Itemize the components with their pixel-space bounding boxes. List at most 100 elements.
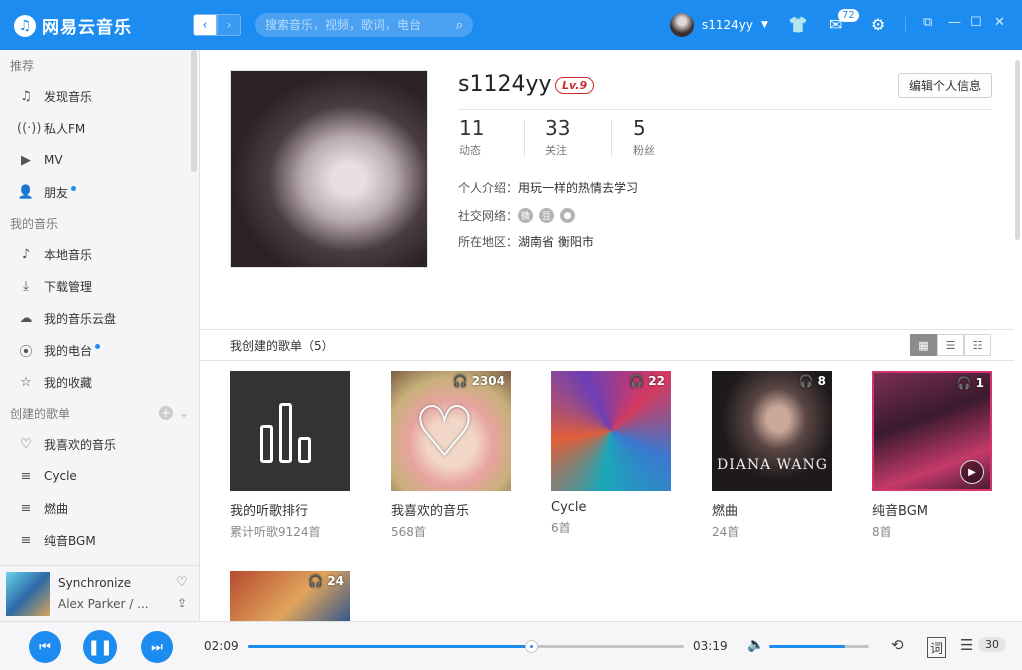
stat-following[interactable]: 33 关注 <box>545 116 570 158</box>
playlist-name[interactable]: 燃曲 <box>712 500 832 519</box>
sidebar-scrollbar[interactable] <box>191 50 197 172</box>
now-playing-title[interactable]: Synchronize <box>58 576 131 590</box>
next-track-icon[interactable]: ⏭ <box>141 631 173 663</box>
playlist-name[interactable]: 我的听歌排行 <box>230 500 350 519</box>
chevron-down-icon[interactable]: ▼ <box>761 20 768 30</box>
sidebar-item-mv[interactable]: ▶ MV <box>0 144 199 176</box>
stat-followers[interactable]: 5 粉丝 <box>633 116 655 158</box>
sidebar-item-collection[interactable]: ☆ 我的收藏 <box>0 366 199 398</box>
radio-wave-icon: ((·)) <box>17 120 42 136</box>
playlist-name[interactable]: 我喜欢的音乐 <box>391 500 511 519</box>
search-icon[interactable]: ⌕ <box>456 18 463 33</box>
header-username[interactable]: s1124yy <box>702 18 753 32</box>
main-content: s1124yy Lv.9 编辑个人信息 11 动态 33 关注 5 粉丝 个人介… <box>200 50 1022 621</box>
sidebar-item-playlist[interactable]: ≡ Cycle <box>0 460 199 492</box>
sidebar-item-downloads[interactable]: ⤓ 下载管理 <box>0 270 199 302</box>
gear-icon[interactable]: ⚙ <box>871 15 885 34</box>
minimize-icon[interactable]: — <box>948 15 961 30</box>
history-nav: ‹ › <box>193 14 241 36</box>
playlist-cover[interactable]: 🎧 8 DIANA WANG <box>712 371 832 491</box>
playlist-cover[interactable]: 🎧 2304 ♡ <box>391 371 511 491</box>
now-playing-mini[interactable]: Synchronize Alex Parker / ... ♡ ⇪ <box>0 565 200 621</box>
playlist-card[interactable]: 我的听歌排行 累计听歌9124首 <box>230 371 350 540</box>
repeat-icon[interactable]: ⟲ <box>891 636 904 654</box>
stat-label: 动态 <box>459 144 481 157</box>
sidebar-item-playlist[interactable]: ≡ 纯音BGM <box>0 524 199 556</box>
like-heart-icon[interactable]: ♡ <box>176 575 188 590</box>
list-view-icon[interactable]: ☰ <box>937 334 964 356</box>
sidebar-item-discover[interactable]: ♫ 发现音乐 <box>0 80 199 112</box>
progress-knob[interactable] <box>525 640 539 653</box>
forward-button[interactable]: › <box>217 14 241 36</box>
playlists-header: 我创建的歌单（5） ▦ ☰ ☷ <box>200 329 1014 361</box>
sidebar-item-liked[interactable]: ♡ 我喜欢的音乐 <box>0 428 199 460</box>
volume-slider[interactable] <box>769 645 869 648</box>
play-icon[interactable]: ▶ <box>960 460 984 484</box>
playlist-card[interactable]: 🎧 2304 ♡ 我喜欢的音乐 568首 <box>391 371 511 540</box>
maximize-icon[interactable]: ☐ <box>970 15 982 30</box>
playlist-cover[interactable]: 🎧 1 ▶ <box>872 371 992 491</box>
sidebar-item-label: Cycle <box>44 469 77 483</box>
skin-shirt-icon[interactable]: 👕 <box>788 15 808 34</box>
now-playing-artist[interactable]: Alex Parker / ... <box>58 597 149 611</box>
sidebar-item-local-music[interactable]: ♪ 本地音乐 <box>0 238 199 270</box>
playlist-card[interactable]: 🎧 24 <box>230 571 350 621</box>
douban-icon[interactable]: 豆 <box>539 208 555 223</box>
app-logo[interactable]: ♫ 网易云音乐 <box>14 13 132 38</box>
playlist-cover[interactable]: 🎧 22 <box>551 371 671 491</box>
profile-social: 社交网络： 微 豆 ● <box>458 207 581 224</box>
stat-events[interactable]: 11 动态 <box>459 116 484 158</box>
profile-intro: 个人介绍： 用玩一样的热情去学习 <box>458 179 638 196</box>
playlist-card[interactable]: 🎧 22 Cycle 6首 <box>551 371 671 536</box>
play-count-value: 2304 <box>471 374 505 388</box>
playlist-icon: ≡ <box>20 500 32 516</box>
search-input[interactable] <box>265 18 456 32</box>
play-count-value: 1 <box>975 376 984 390</box>
user-menu[interactable]: s1124yy ▼ <box>670 13 768 37</box>
stat-value: 33 <box>545 116 571 140</box>
playlist-cover[interactable] <box>230 371 350 491</box>
sidebar-item-label: 私人FM <box>44 121 86 136</box>
playlist-cover[interactable]: 🎧 24 <box>230 571 350 621</box>
github-icon[interactable]: ● <box>560 208 576 223</box>
playlist-card[interactable]: 🎧 8 DIANA WANG 燃曲 24首 <box>712 371 832 540</box>
playlists-title: 我创建的歌单（5） <box>230 339 334 353</box>
queue-count[interactable]: 30 <box>978 637 1006 652</box>
ranking-bars-icon <box>260 403 311 463</box>
playlist-actions: + ⌄ <box>158 406 189 420</box>
play-count-value: 22 <box>648 374 665 388</box>
main-scrollbar[interactable] <box>1015 60 1020 240</box>
notification-dot <box>71 185 77 191</box>
weibo-icon[interactable]: 微 <box>518 208 534 223</box>
sidebar-item-cloud[interactable]: ☁ 我的音乐云盘 <box>0 302 199 334</box>
pause-icon[interactable]: ❚❚ <box>83 630 117 664</box>
volume-icon[interactable]: 🔈 <box>747 637 764 653</box>
sidebar-item-fm[interactable]: ((·)) 私人FM <box>0 112 199 144</box>
previous-track-icon[interactable]: ⏮ <box>29 631 61 663</box>
search-box[interactable]: ⌕ <box>255 13 473 37</box>
notification-dot <box>95 343 101 349</box>
close-icon[interactable]: ✕ <box>994 15 1005 30</box>
progress-slider[interactable] <box>248 640 684 653</box>
avatar[interactable] <box>670 13 694 37</box>
sidebar-item-radio[interactable]: ⦿ 我的电台 <box>0 334 199 366</box>
grid-view-icon[interactable]: ▦ <box>910 334 937 356</box>
add-playlist-icon[interactable]: + <box>158 406 173 420</box>
lyrics-button[interactable]: 词 <box>927 637 947 658</box>
sidebar-item-playlist[interactable]: ≡ 燃曲 <box>0 492 199 524</box>
mini-mode-icon[interactable]: ⧉ <box>923 15 932 30</box>
back-button[interactable]: ‹ <box>193 14 217 36</box>
edit-profile-button[interactable]: 编辑个人信息 <box>898 73 992 98</box>
now-playing-cover[interactable] <box>6 572 50 616</box>
playlist-name[interactable]: Cycle <box>551 500 671 515</box>
share-icon[interactable]: ⇪ <box>177 596 187 610</box>
detail-view-icon[interactable]: ☷ <box>964 334 991 356</box>
sidebar-item-friends[interactable]: 👤 朋友 <box>0 176 199 208</box>
heart-icon: ♡ <box>413 391 476 473</box>
playlist-card[interactable]: 🎧 1 ▶ 纯音BGM 8首 <box>872 371 992 540</box>
chevron-down-icon[interactable]: ⌄ <box>179 406 189 420</box>
sidebar: 推荐 ♫ 发现音乐 ((·)) 私人FM ▶ MV 👤 朋友 我的音乐 ♪ 本地音乐 ⤓ 下… <box>0 50 200 565</box>
player-bar: ⏮ ❚❚ ⏭ 02:09 03:19 🔈 ⟲ 词 ☰ 30 <box>0 621 1022 670</box>
playlist-queue-icon[interactable]: ☰ <box>960 636 973 654</box>
playlist-name[interactable]: 纯音BGM <box>872 500 992 519</box>
